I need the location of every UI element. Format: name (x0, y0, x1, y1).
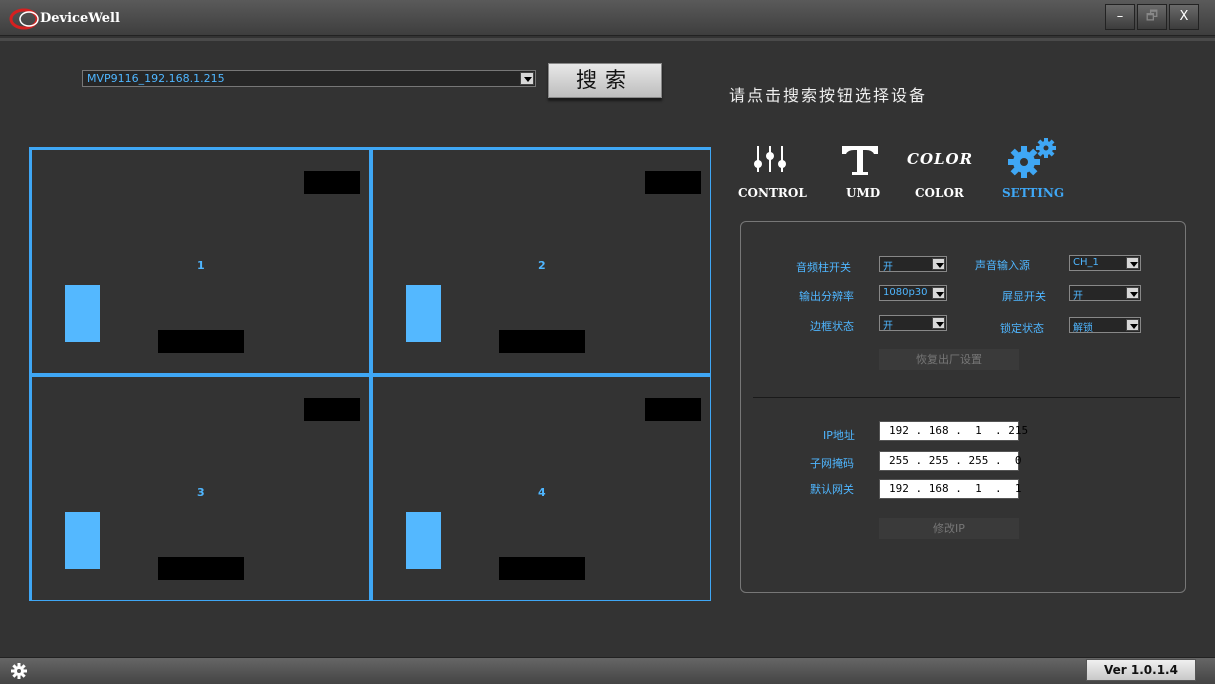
sliders-icon (754, 146, 786, 172)
lock-label: 锁定状态 (1000, 322, 1044, 335)
status-bar: Ver 1.0.1.4 (0, 657, 1215, 684)
multiview-preview: 1 2 3 4 (29, 147, 711, 601)
tab-control-label: CONTROL (738, 186, 807, 200)
output-resolution-value: 1080p30 (883, 287, 928, 298)
subnet-mask-field[interactable]: 255 . 255 . 255 . 0 (879, 451, 1021, 471)
ip-address-label: IP地址 (823, 429, 855, 442)
gears-icon (1008, 138, 1056, 178)
device-dropdown-value: MVP9116_192.168.1.215 (87, 72, 225, 85)
audio-meter (65, 285, 100, 342)
preview-window-4[interactable]: 4 (372, 376, 711, 601)
gateway-field[interactable]: 192 . 168 . 1 . 1 (879, 479, 1021, 499)
minimize-button[interactable]: – (1105, 4, 1135, 30)
audio-meter (406, 512, 441, 569)
dropdown-arrow-icon[interactable] (520, 72, 534, 85)
border-label: 边框状态 (810, 320, 854, 333)
output-resolution-label: 输出分辨率 (799, 290, 854, 303)
umd-top-block (645, 171, 701, 194)
preview-window-1[interactable]: 1 (31, 149, 370, 374)
dropdown-arrow-icon[interactable] (1126, 257, 1139, 269)
title-bar: DeviceWell – 🗗 X (0, 0, 1215, 36)
panel-divider (753, 397, 1180, 398)
dropdown-arrow-icon[interactable] (1126, 319, 1139, 331)
dropdown-arrow-icon[interactable] (932, 258, 945, 270)
osd-select[interactable]: 开 (1069, 285, 1141, 302)
osd-value: 开 (1073, 291, 1083, 302)
devicewell-logo-icon (9, 8, 39, 30)
audio-meter (406, 285, 441, 342)
dropdown-arrow-icon[interactable] (932, 287, 945, 299)
tab-color[interactable]: COLOR COLOR (905, 140, 985, 202)
border-value: 开 (883, 321, 893, 332)
tab-control[interactable]: CONTROL (738, 140, 808, 202)
header-divider (0, 38, 1215, 41)
tab-setting[interactable]: SETTING (1000, 134, 1070, 202)
app-title: DeviceWell (40, 11, 120, 26)
restore-button[interactable]: 🗗 (1137, 4, 1167, 30)
window-number: 3 (197, 486, 205, 499)
search-hint: 请点击搜索按钮选择设备 (729, 86, 928, 105)
audio-source-label: 声音输入源 (975, 259, 1030, 272)
factory-reset-button[interactable]: 恢复出厂设置 (879, 349, 1019, 370)
tab-color-label: COLOR (915, 186, 964, 200)
gateway-label: 默认网关 (810, 483, 854, 496)
audio-source-select[interactable]: CH_1 (1069, 255, 1141, 271)
umd-bottom-block (499, 330, 585, 353)
preview-window-3[interactable]: 3 (31, 376, 370, 601)
subnet-mask-label: 子网掩码 (810, 457, 854, 470)
tab-setting-label: SETTING (1002, 186, 1065, 200)
dropdown-arrow-icon[interactable] (1126, 287, 1139, 299)
lock-value: 解锁 (1073, 323, 1093, 334)
umd-bottom-block (499, 557, 585, 580)
ip-address-field[interactable]: 192 . 168 . 1 . 215 (879, 421, 1028, 441)
dropdown-arrow-icon[interactable] (932, 317, 945, 329)
lock-select[interactable]: 解锁 (1069, 317, 1141, 334)
audio-bar-label: 音频柱开关 (796, 261, 851, 274)
audio-bar-value: 开 (883, 262, 893, 273)
audio-meter (65, 512, 100, 569)
preview-window-2[interactable]: 2 (372, 149, 711, 374)
output-resolution-select[interactable]: 1080p30 (879, 285, 947, 301)
umd-bottom-block (158, 557, 244, 580)
umd-top-block (645, 398, 701, 421)
window-number: 4 (538, 486, 546, 499)
gear-icon[interactable] (11, 663, 27, 679)
window-number: 1 (197, 259, 205, 272)
umd-top-block (304, 398, 360, 421)
umd-top-block (304, 171, 360, 194)
color-text-icon: COLOR (907, 150, 974, 168)
audio-source-value: CH_1 (1073, 257, 1099, 268)
modify-ip-button[interactable]: 修改IP (879, 518, 1019, 539)
audio-bar-select[interactable]: 开 (879, 256, 947, 273)
osd-label: 屏显开关 (1002, 290, 1046, 303)
umd-bottom-block (158, 330, 244, 353)
search-button[interactable]: 搜索 (548, 63, 662, 98)
window-number: 2 (538, 259, 546, 272)
grid-divider-horizontal (31, 374, 709, 376)
border-select[interactable]: 开 (879, 315, 947, 332)
text-t-icon (842, 146, 878, 175)
device-dropdown[interactable]: MVP9116_192.168.1.215 (82, 70, 536, 87)
close-button[interactable]: X (1169, 4, 1199, 30)
version-badge: Ver 1.0.1.4 (1086, 659, 1196, 681)
tab-umd-label: UMD (846, 186, 881, 200)
tab-umd[interactable]: UMD (836, 140, 886, 202)
